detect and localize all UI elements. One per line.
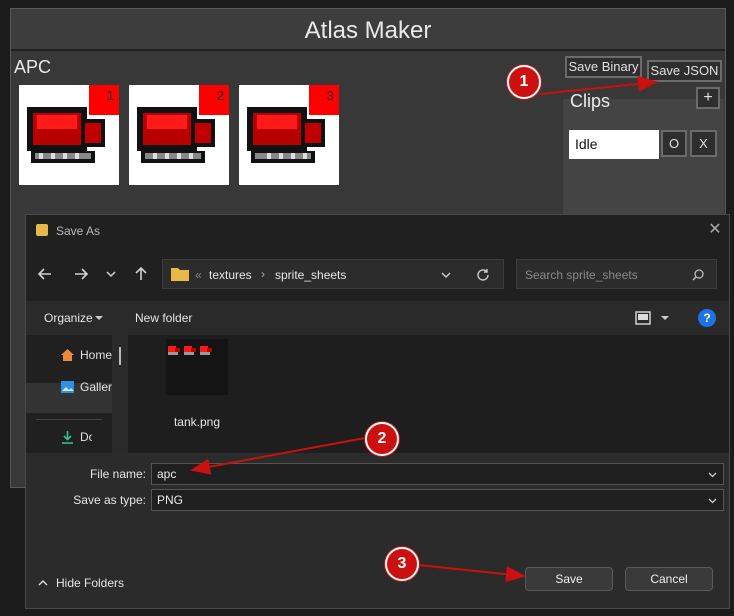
arrow-step-2 [190, 437, 366, 475]
step-2-badge: 2 [365, 422, 399, 456]
arrow-step-3 [417, 564, 526, 583]
step-3-badge: 3 [385, 547, 419, 581]
annotation-arrows [190, 75, 658, 583]
step-1-badge: 1 [507, 65, 541, 99]
arrow-step-1 [539, 75, 658, 95]
